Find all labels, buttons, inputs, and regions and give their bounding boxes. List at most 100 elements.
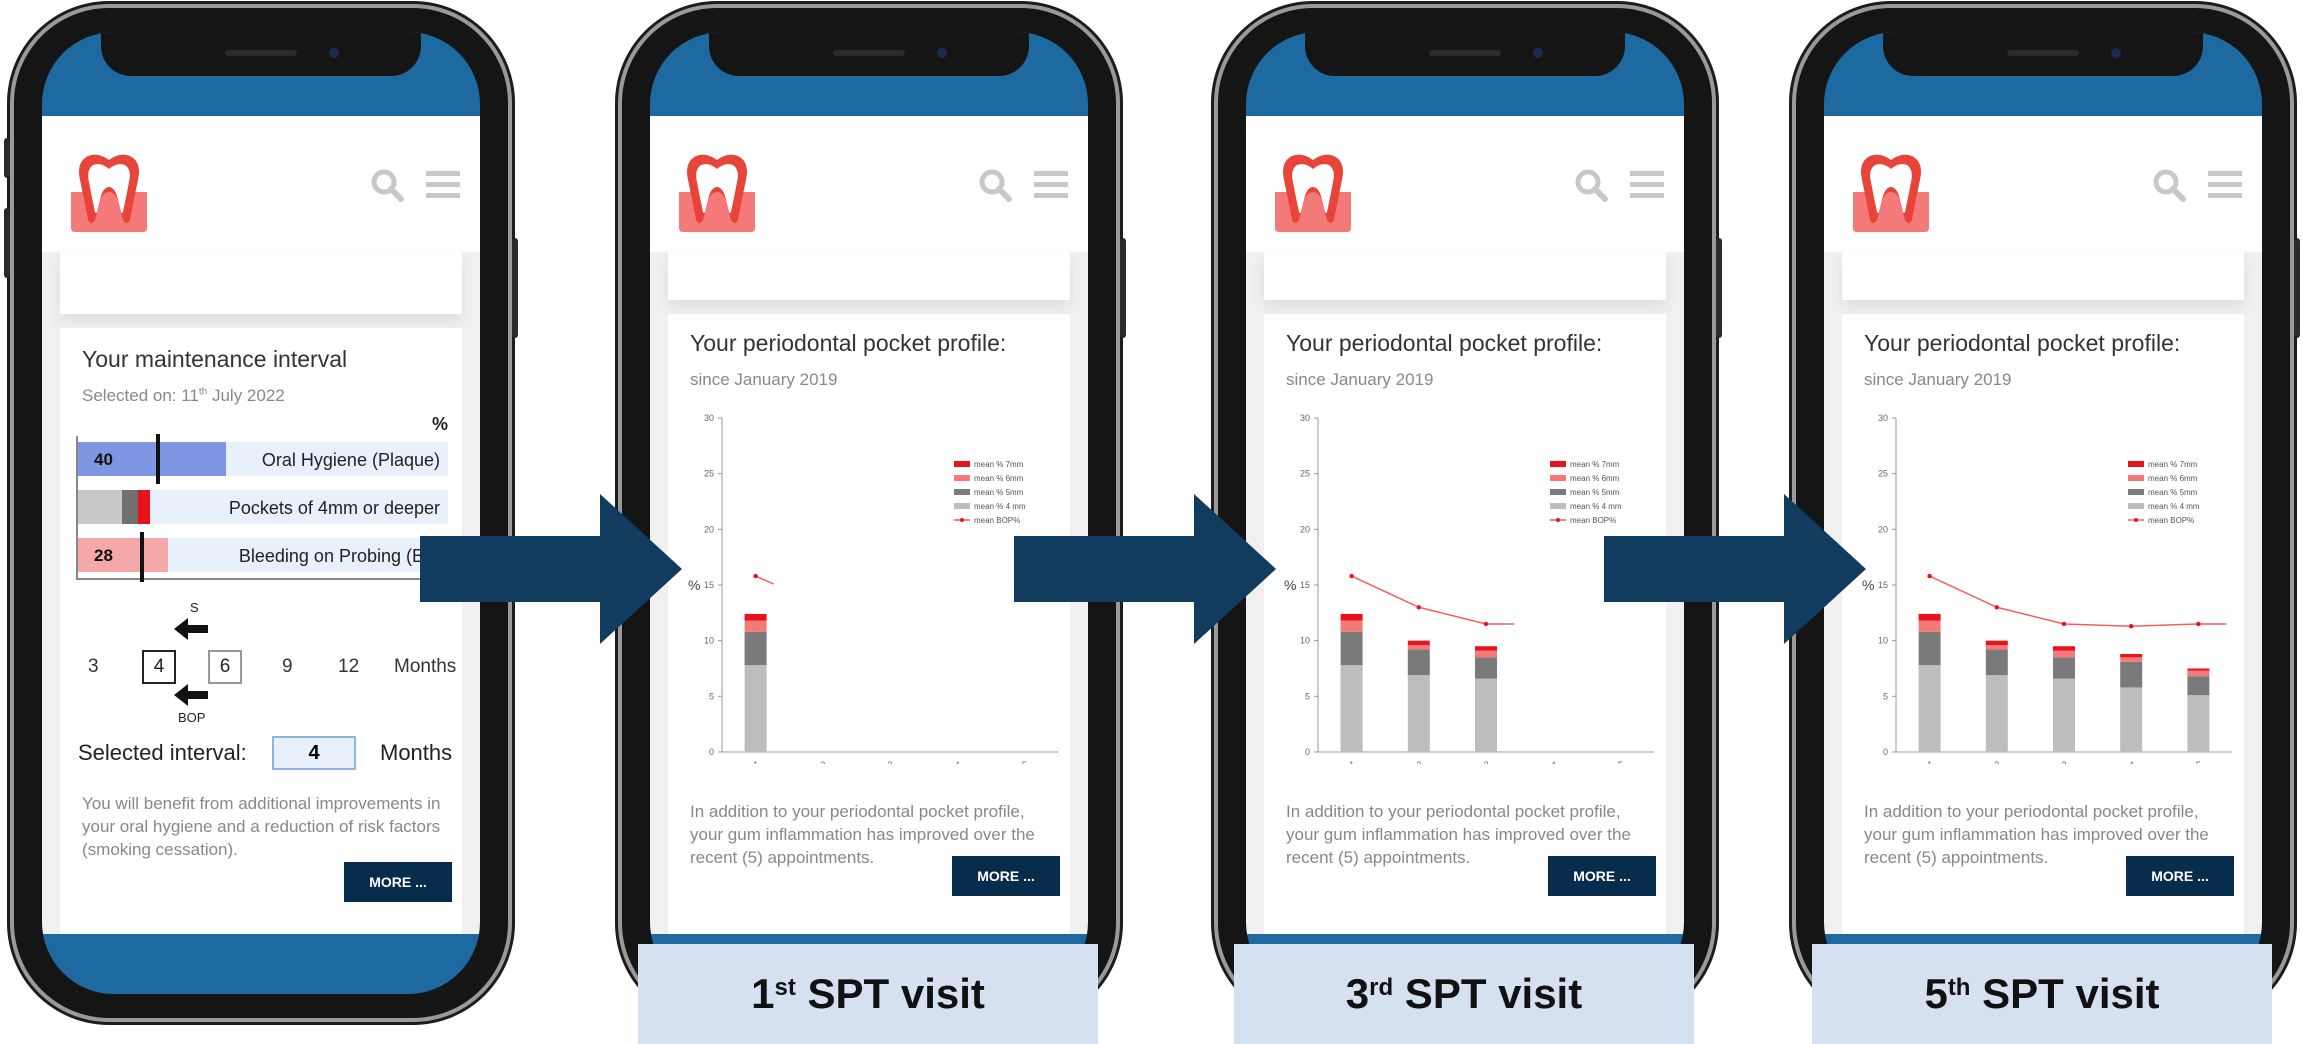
search-icon[interactable] bbox=[1574, 168, 1608, 202]
phone-notch bbox=[101, 32, 421, 76]
bar-segment bbox=[2120, 661, 2143, 688]
bop-point bbox=[1994, 605, 1999, 610]
search-icon[interactable] bbox=[370, 168, 404, 202]
arrow-right-icon bbox=[1014, 494, 1276, 644]
more-button[interactable]: MORE ... bbox=[344, 862, 452, 902]
pocket-profile-chart: 051015202530%12345mean % 7mmmean % 6mmme… bbox=[1862, 413, 2232, 764]
y-tick-label: 25 bbox=[704, 469, 714, 479]
bar-segment bbox=[744, 631, 767, 666]
profile-subtitle: since January 2019 bbox=[1864, 370, 2012, 389]
month-4-box[interactable]: 4 bbox=[142, 650, 176, 684]
phone-screen-1: Your maintenance interval Selected on: 1… bbox=[42, 32, 480, 994]
app-header bbox=[650, 116, 1088, 252]
bop-point bbox=[1349, 573, 1354, 579]
app-header bbox=[1246, 116, 1684, 252]
bop-value: 28 bbox=[94, 546, 113, 565]
y-tick-label: 30 bbox=[1300, 413, 1310, 423]
bar-segment bbox=[2120, 687, 2143, 752]
y-axis-label: % bbox=[688, 577, 700, 593]
legend-label: mean % 6mm bbox=[2148, 474, 2198, 483]
bop-point bbox=[1483, 621, 1489, 627]
month-9[interactable]: 9 bbox=[282, 656, 293, 678]
legend-swatch bbox=[2134, 518, 2138, 522]
search-icon[interactable] bbox=[2152, 168, 2186, 202]
y-tick-label: 5 bbox=[1305, 691, 1310, 701]
phone-notch bbox=[1883, 32, 2203, 76]
bar-segment bbox=[2053, 646, 2075, 651]
x-tick-label: 5 bbox=[1022, 760, 1027, 764]
menu-icon[interactable] bbox=[2208, 168, 2242, 202]
y-axis-label: % bbox=[1284, 577, 1296, 593]
bop-point bbox=[1927, 573, 1932, 579]
legend-swatch bbox=[954, 489, 970, 495]
bop-point bbox=[1416, 605, 1421, 610]
phone-notch bbox=[1305, 32, 1625, 76]
bar-segment bbox=[2053, 678, 2075, 752]
y-tick-label: 10 bbox=[1878, 636, 1888, 646]
x-tick-label: 5 bbox=[1618, 760, 1623, 764]
bar-segment bbox=[2053, 657, 2075, 679]
bop-line bbox=[755, 575, 774, 585]
legend-swatch bbox=[2128, 461, 2144, 467]
search-icon[interactable] bbox=[978, 168, 1012, 202]
month-3[interactable]: 3 bbox=[88, 656, 99, 678]
bar-segment bbox=[1985, 675, 2008, 752]
month-12[interactable]: 12 bbox=[338, 656, 359, 678]
y-tick-label: 10 bbox=[704, 636, 714, 646]
legend-swatch bbox=[960, 518, 964, 522]
more-button[interactable]: MORE ... bbox=[1548, 856, 1656, 896]
legend-swatch bbox=[1550, 475, 1566, 481]
more-button[interactable]: MORE ... bbox=[952, 856, 1060, 896]
bop-bar: 28 Bleeding on Probing (BOP) bbox=[78, 538, 456, 572]
y-tick-label: 20 bbox=[704, 524, 714, 534]
profile-card: Your periodontal pocket profile: since J… bbox=[668, 314, 1070, 934]
tooth-logo-icon[interactable] bbox=[66, 148, 152, 234]
legend-label: mean % 7mm bbox=[974, 460, 1024, 469]
bop-line bbox=[1929, 575, 2227, 627]
tooth-logo-icon[interactable] bbox=[674, 148, 760, 234]
y-tick-label: 20 bbox=[1878, 524, 1888, 534]
selected-interval-value[interactable]: 4 bbox=[272, 736, 356, 770]
bar-segment bbox=[1985, 640, 2008, 646]
arrow-left-icon bbox=[174, 684, 208, 706]
month-6-box[interactable]: 6 bbox=[208, 650, 242, 684]
card-title: Your maintenance interval bbox=[82, 346, 348, 372]
bar-segment bbox=[1985, 645, 2008, 650]
selected-interval-label: Selected interval: bbox=[78, 740, 247, 765]
y-tick-label: 5 bbox=[709, 691, 714, 701]
profile-subtitle: since January 2019 bbox=[1286, 370, 1434, 389]
bar-segment bbox=[1985, 649, 2008, 676]
top-strip bbox=[668, 252, 1070, 300]
s-label: S bbox=[190, 600, 199, 615]
arrow-left-icon bbox=[174, 618, 208, 640]
bar-segment bbox=[1407, 640, 1430, 646]
bop-line bbox=[1351, 575, 1514, 625]
months-label: Months bbox=[394, 656, 457, 677]
menu-icon[interactable] bbox=[1034, 168, 1068, 202]
selected-interval-unit: Months bbox=[380, 740, 453, 765]
pockets-label: Pockets of 4mm or deeper bbox=[228, 498, 440, 518]
bar-segment bbox=[1340, 620, 1363, 632]
visit-caption-5: 5th SPT visit bbox=[1812, 944, 2272, 1044]
tooth-logo-icon[interactable] bbox=[1848, 148, 1934, 234]
legend-swatch bbox=[1550, 503, 1566, 509]
legend-swatch bbox=[954, 503, 970, 509]
x-tick-label: 4 bbox=[1551, 760, 1556, 764]
legend-label: mean % 7mm bbox=[1570, 460, 1620, 469]
tooth-logo-icon[interactable] bbox=[1270, 148, 1356, 234]
app-header bbox=[1824, 116, 2262, 252]
menu-icon[interactable] bbox=[1630, 168, 1664, 202]
legend-swatch bbox=[2128, 489, 2144, 495]
percent-symbol: % bbox=[431, 414, 448, 434]
plaque-bar: 40 Oral Hygiene (Plaque) bbox=[78, 442, 448, 476]
bar-segment bbox=[1340, 613, 1363, 621]
profile-title: Your periodontal pocket profile: bbox=[1864, 330, 2181, 356]
bar-segment bbox=[1918, 613, 1941, 621]
profile-title: Your periodontal pocket profile: bbox=[690, 330, 1007, 356]
bar-segment bbox=[1340, 631, 1363, 666]
maintenance-description: You will benefit from additional improve… bbox=[82, 794, 441, 859]
menu-icon[interactable] bbox=[426, 168, 460, 202]
more-button[interactable]: MORE ... bbox=[2126, 856, 2234, 896]
app-content: Your periodontal pocket profile: since J… bbox=[1824, 252, 2262, 934]
y-tick-label: 15 bbox=[1300, 580, 1310, 590]
